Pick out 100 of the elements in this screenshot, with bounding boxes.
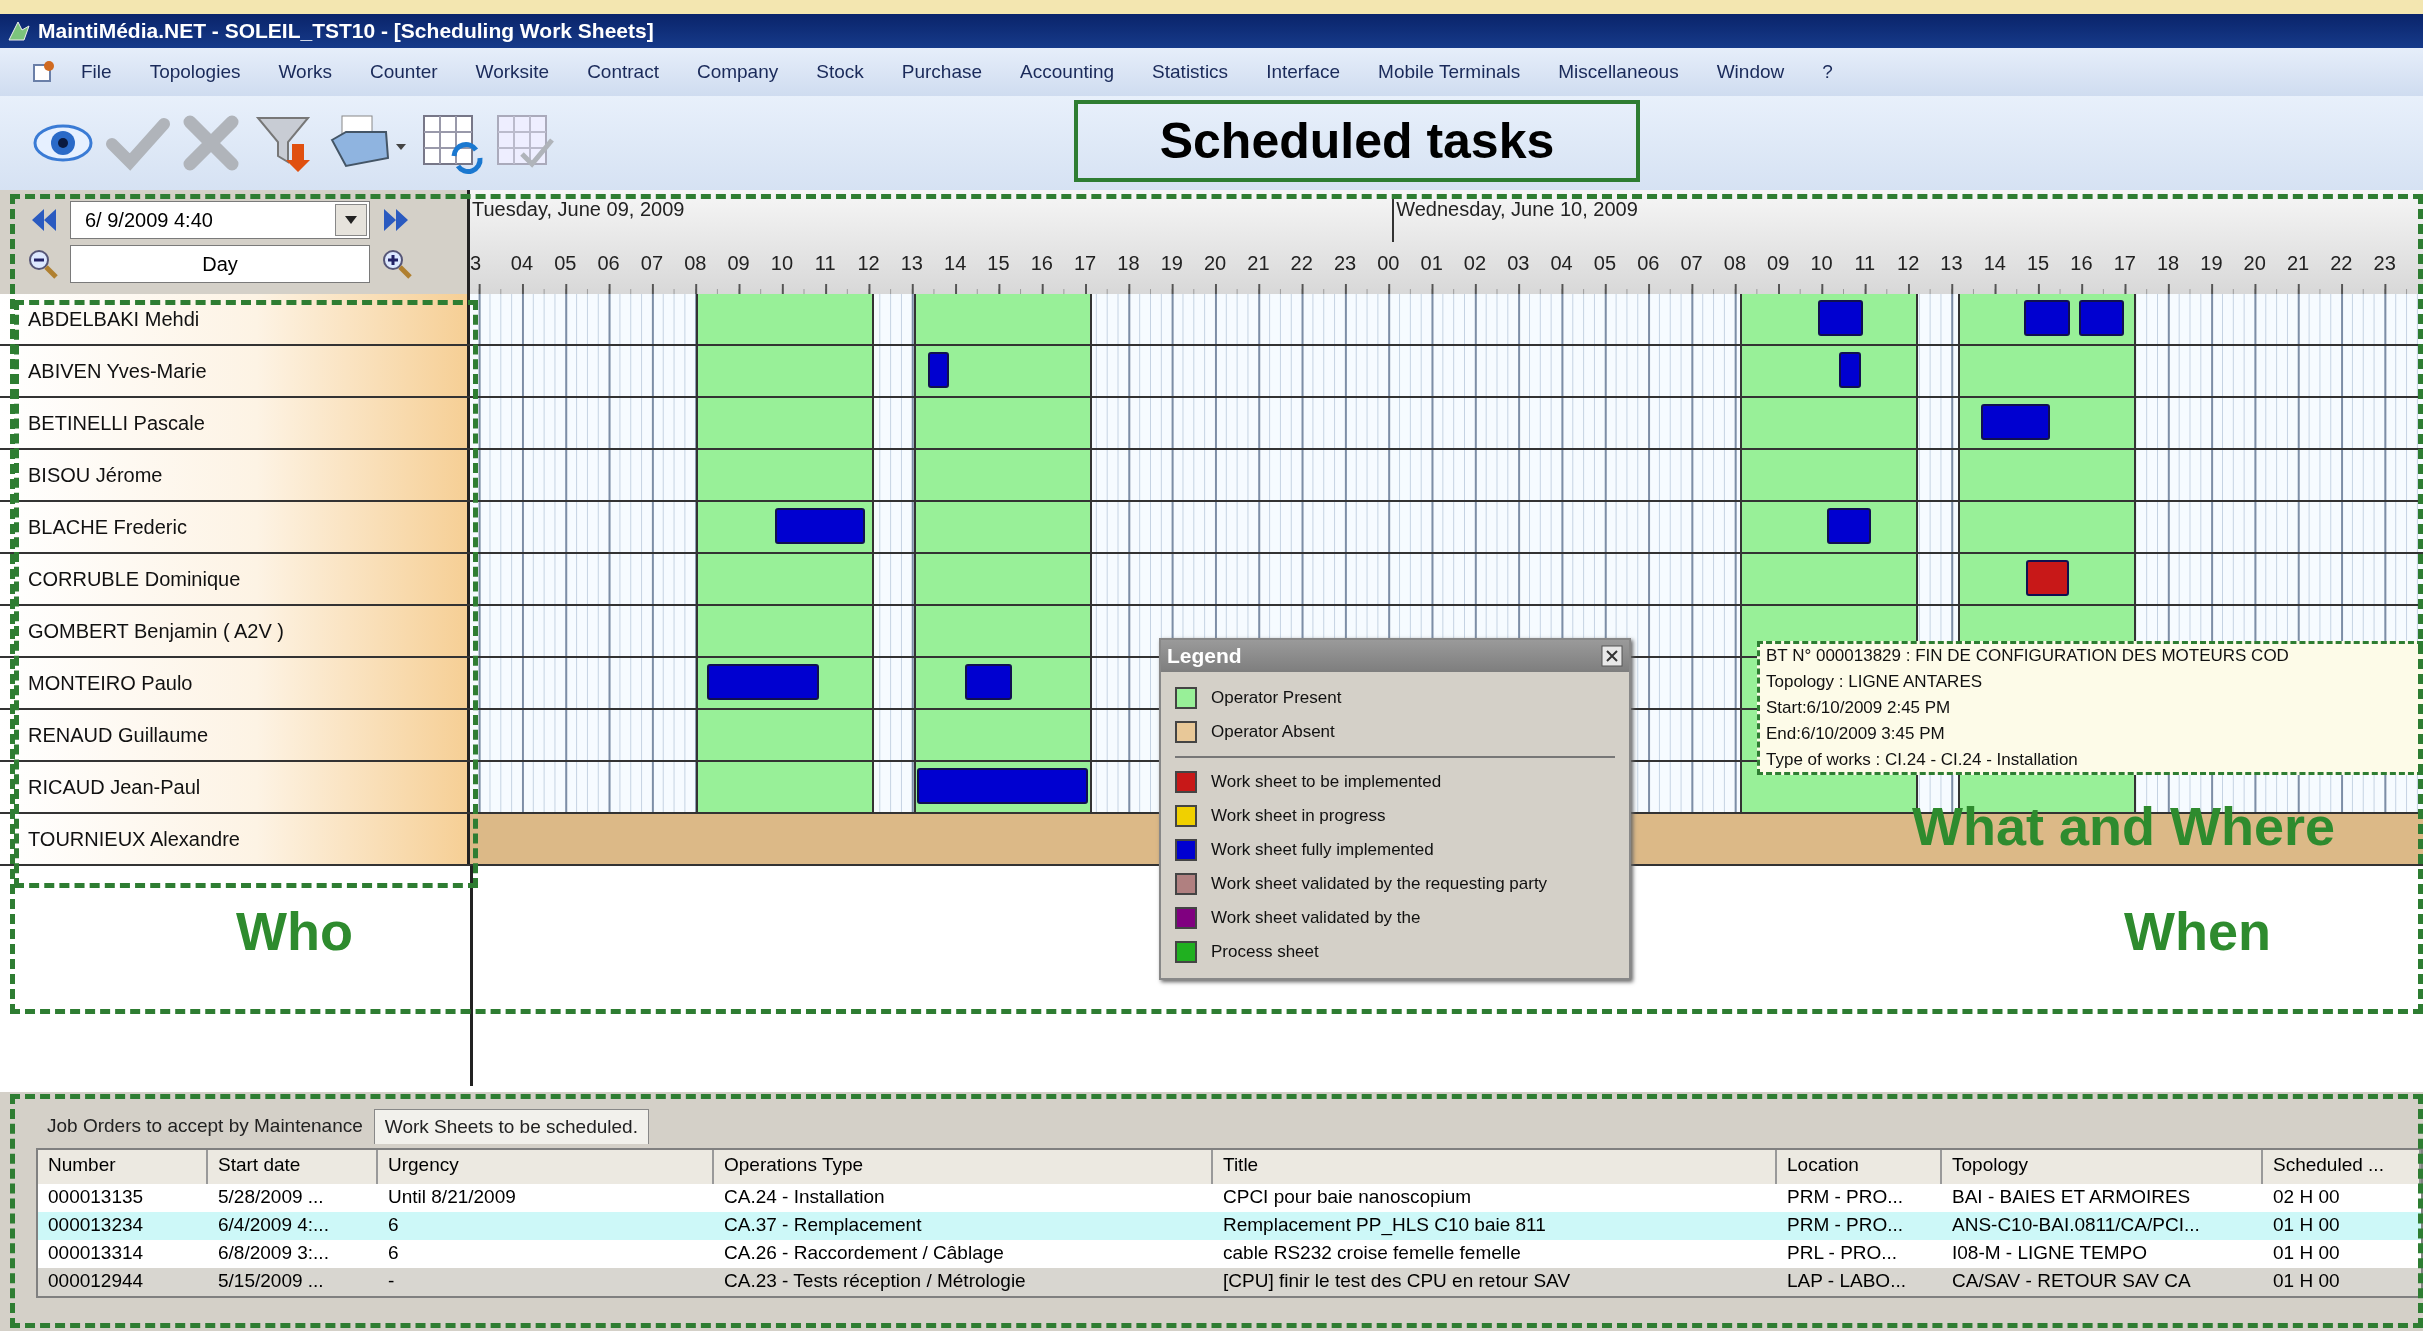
hour-label: 09 — [727, 252, 750, 275]
hour-label: 15 — [2027, 252, 2050, 275]
legend-label: Work sheet in progress — [1211, 806, 1386, 826]
hour-label: 02 — [1463, 252, 1487, 275]
menu-item[interactable]: Accounting — [1001, 61, 1134, 83]
work-sheet-block[interactable] — [927, 352, 950, 388]
zoom-out-icon[interactable] — [26, 247, 60, 281]
tooltip-line: End:6/10/2009 3:45 PM — [1766, 724, 1946, 744]
menu-item[interactable]: Interface — [1247, 61, 1360, 83]
table-cell-text: CA.24 - Installation — [723, 1185, 886, 1209]
hour-label: 00 — [1377, 252, 1400, 275]
work-sheet-block[interactable] — [2025, 560, 2070, 596]
tooltip-line: Topology : LIGNE ANTARES — [1766, 672, 1984, 692]
day-label: Wednesday, June 10, 2009 — [1392, 198, 1638, 242]
menu-item[interactable]: Counter — [350, 61, 457, 83]
hour-label: 06 — [597, 252, 620, 275]
menu-item[interactable]: Mobile Terminals — [1359, 61, 1540, 83]
table-cell-text: PRM - PRO... — [1786, 1185, 1905, 1209]
tab[interactable]: Job Orders to accept by Maintenance — [36, 1108, 374, 1144]
menu-item[interactable]: Stock — [797, 61, 883, 83]
table-cell-text: cable RS232 croise femelle femelle — [1222, 1241, 1522, 1265]
hour-label: 11 — [1854, 252, 1876, 275]
table-cell-text: 5/28/2009 ... — [217, 1185, 325, 1209]
hour-label: 20 — [1203, 252, 1227, 275]
menu-item[interactable]: Company — [677, 61, 798, 83]
hour-label: 13 — [1940, 252, 1963, 275]
menu-item[interactable]: ? — [1803, 61, 1852, 83]
annotation-label: Who — [236, 900, 353, 962]
column-header[interactable]: Operations Type — [714, 1150, 1213, 1184]
tooltip-line: Start:6/10/2009 2:45 PM — [1766, 698, 1952, 718]
table-cell-text: CPCI pour baie nanoscopium — [1222, 1185, 1473, 1209]
column-header[interactable]: Urgency — [378, 1150, 714, 1184]
column-header[interactable]: Scheduled ... — [2263, 1150, 2421, 1184]
menu-item[interactable]: Topologies — [130, 61, 260, 83]
close-icon[interactable] — [1601, 645, 1623, 667]
menu-item[interactable]: Miscellaneous — [1539, 61, 1698, 83]
menu-item[interactable]: Purchase — [882, 61, 1002, 83]
menu-item[interactable]: Worksite — [456, 61, 569, 83]
table-cell-text: 000013234 — [47, 1213, 145, 1237]
tooltip-line: Type of works : CI.24 - CI.24 - Installation — [1766, 750, 2079, 770]
menu-item[interactable]: Statistics — [1133, 61, 1248, 83]
document-icon[interactable] — [30, 59, 56, 85]
column-header[interactable]: Topology — [1942, 1150, 2263, 1184]
legend-label: Work sheet to be implemented — [1211, 772, 1442, 792]
table-cell-text: 5/15/2009 ... — [217, 1269, 325, 1293]
hour-label: 18 — [2156, 252, 2180, 275]
work-sheet-block[interactable] — [2078, 300, 2125, 336]
hour-label: 19 — [2200, 252, 2223, 275]
menu-item[interactable]: Contract — [568, 61, 678, 83]
dropdown-icon[interactable] — [344, 215, 358, 225]
hour-label: 22 — [1290, 252, 1313, 275]
hour-label: 05 — [554, 252, 577, 275]
hour-label: 04 — [510, 252, 534, 275]
work-sheet-block[interactable] — [1817, 300, 1864, 336]
window-title: MaintiMédia.NET - SOLEIL_TST10 - [Scheduling Work Sheets] — [38, 19, 654, 43]
hour-label: 10 — [770, 252, 793, 275]
legend-label: Work sheet validated by the — [1211, 908, 1421, 928]
tab[interactable]: Work Sheets to be scheduled. — [373, 1109, 649, 1144]
table-cell-text: LAP - LABO... — [1786, 1269, 1907, 1293]
date-field[interactable]: 6/ 9/2009 4:40 — [70, 201, 370, 239]
hour-label: 03 — [1507, 252, 1530, 275]
table-cell-text: 02 H 00 — [2272, 1185, 2341, 1209]
zoom-in-icon[interactable] — [380, 247, 414, 281]
view-field[interactable]: Day — [70, 245, 370, 283]
hour-label: 19 — [1160, 252, 1183, 275]
column-header[interactable]: Location — [1777, 1150, 1942, 1184]
table-cell-text: ANS-C10-BAI.0811/CA/PCI... — [1951, 1213, 2201, 1237]
hour-label: 3 — [470, 252, 482, 275]
hour-label: 17 — [1074, 252, 1097, 275]
column-header[interactable]: Number — [38, 1150, 208, 1184]
table-cell-text: 6/4/2009 4:... — [217, 1213, 330, 1237]
annotation-label: When — [2124, 900, 2271, 962]
hour-label: 16 — [2070, 252, 2093, 275]
menu-item[interactable]: Works — [259, 61, 351, 83]
table-cell-text: PRL - PRO... — [1786, 1241, 1899, 1265]
hour-label: 23 — [1333, 252, 1357, 275]
column-header[interactable]: Title — [1213, 1150, 1777, 1184]
table-cell-text: 000013314 — [47, 1241, 145, 1265]
table-cell-text: BAI - BAIES ET ARMOIRES — [1951, 1185, 2192, 1209]
hour-label: 17 — [2113, 252, 2136, 275]
legend-title: Legend — [1167, 644, 1242, 668]
table-cell-text: 01 H 00 — [2272, 1241, 2341, 1265]
table-cell-text: 6 — [387, 1213, 400, 1237]
hour-label: 13 — [900, 252, 923, 275]
table-cell-text: PRM - PRO... — [1786, 1213, 1905, 1237]
annotation-title: Scheduled tasks — [1159, 112, 1555, 170]
hour-label: 22 — [2330, 252, 2353, 275]
hour-label: 04 — [1550, 252, 1573, 275]
menu-item[interactable]: File — [62, 61, 131, 83]
hour-label: 05 — [1593, 252, 1617, 275]
table-cell-text: [CPU] finir le test des CPU en retour SAV — [1222, 1269, 1572, 1293]
hour-label: 21 — [1247, 252, 1270, 275]
table-cell-text: 6/8/2009 3:... — [217, 1241, 330, 1265]
hour-label: 16 — [1030, 252, 1053, 275]
table-cell-text: 000012944 — [47, 1269, 145, 1293]
menu-item[interactable]: Window — [1697, 61, 1804, 83]
day-label: Tuesday, June 09, 2009 — [471, 198, 685, 222]
legend-label: Process sheet — [1211, 942, 1319, 962]
table-cell-text: CA.26 - Raccordement / Câblage — [723, 1241, 1005, 1265]
column-header[interactable]: Start date — [208, 1150, 378, 1184]
